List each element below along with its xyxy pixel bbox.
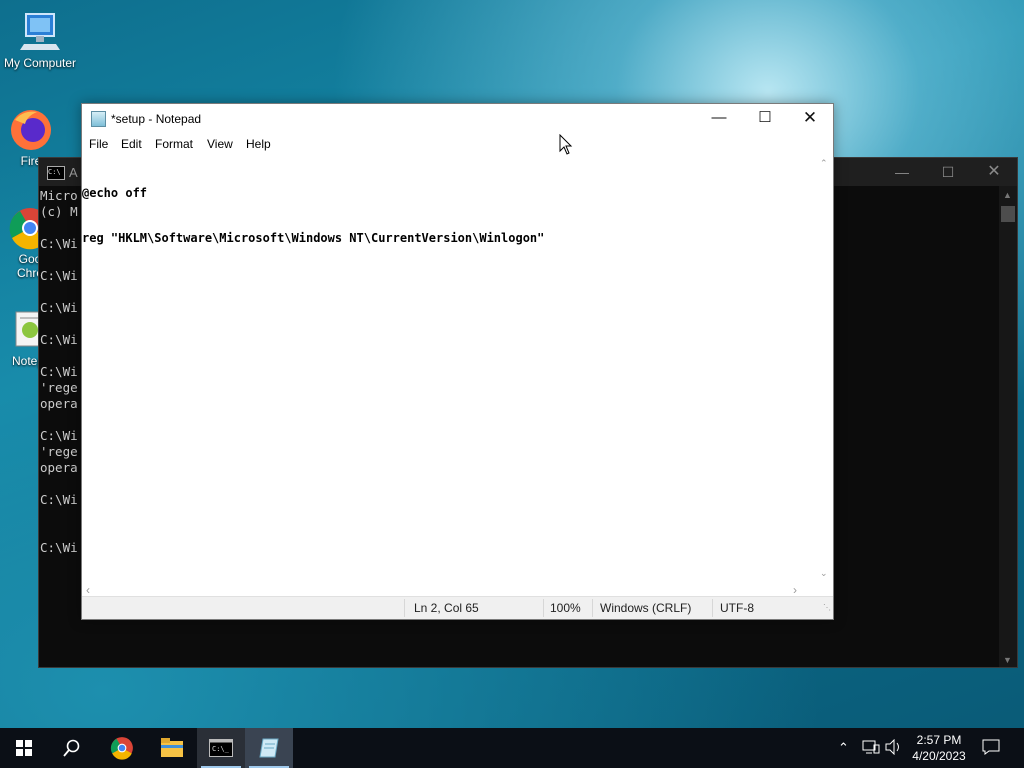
cmd-icon: C:\ — [47, 166, 65, 180]
firefox-icon — [9, 108, 53, 152]
notepad-window[interactable]: *setup - Notepad — ☐ ✕ File Edit Format … — [81, 103, 834, 620]
file-explorer-icon — [161, 738, 183, 757]
search-button[interactable] — [48, 728, 96, 768]
mouse-cursor-icon — [559, 133, 573, 161]
computer-icon — [18, 10, 62, 54]
editor-line: reg "HKLM\Software\Microsoft\Windows NT\… — [82, 231, 545, 245]
scroll-right-icon[interactable]: › — [793, 583, 797, 597]
taskbar: C:\_ ⌃ 2:57 PM 4/20/2023 — [0, 728, 1024, 768]
menu-help[interactable]: Help — [246, 137, 271, 151]
status-position: Ln 2, Col 65 — [414, 601, 479, 615]
menu-file[interactable]: File — [89, 137, 108, 151]
status-bar: Ln 2, Col 65 100% Windows (CRLF) UTF-8 ⋱ — [82, 596, 833, 619]
desktop-icon-label: My Computer — [3, 56, 77, 70]
maximize-button[interactable]: ☐ — [742, 104, 788, 132]
taskbar-notepad[interactable] — [245, 728, 293, 768]
cmd-title: A — [69, 165, 78, 180]
menu-view[interactable]: View — [207, 137, 233, 151]
clock[interactable]: 2:57 PM 4/20/2023 — [908, 732, 970, 764]
minimize-button[interactable]: — — [879, 158, 925, 186]
horizontal-scrollbar[interactable]: ‹ › — [82, 581, 817, 597]
menu-format[interactable]: Format — [155, 137, 193, 151]
menu-bar: File Edit Format View Help — [82, 132, 833, 156]
notification-icon[interactable] — [982, 738, 1000, 759]
taskbar-chrome[interactable] — [98, 728, 146, 768]
scroll-down-icon[interactable]: ⌄ — [820, 568, 828, 579]
notepad-titlebar[interactable]: *setup - Notepad — ☐ ✕ — [82, 104, 833, 132]
notepad-title: *setup - Notepad — [111, 112, 202, 126]
taskbar-cmd[interactable]: C:\_ — [197, 728, 245, 768]
start-icon — [16, 740, 32, 756]
network-icon[interactable] — [862, 739, 880, 758]
cmd-scroll-thumb[interactable] — [1001, 206, 1015, 222]
cmd-icon: C:\_ — [209, 739, 233, 757]
close-button[interactable]: ✕ — [971, 158, 1017, 186]
volume-icon[interactable] — [885, 738, 903, 758]
vertical-scrollbar[interactable]: ⌃ ⌄ — [817, 156, 833, 581]
maximize-button[interactable]: ☐ — [925, 158, 971, 186]
clock-time: 2:57 PM — [916, 733, 962, 747]
editor-line: @echo off — [82, 186, 148, 200]
search-icon — [63, 739, 80, 757]
text-editor[interactable]: @echo off reg "HKLM\Software\Microsoft\W… — [82, 156, 817, 581]
svg-text:C:\_: C:\_ — [212, 745, 230, 753]
menu-edit[interactable]: Edit — [121, 137, 142, 151]
scroll-down-icon[interactable]: ▼ — [1003, 655, 1012, 665]
minimize-button[interactable]: — — [696, 104, 742, 132]
chrome-icon — [110, 737, 133, 760]
chevron-up-icon[interactable]: ⌃ — [838, 740, 849, 756]
desktop-icon-my-computer[interactable]: My Computer — [0, 10, 80, 70]
resize-grip-icon[interactable]: ⋱ — [823, 603, 831, 612]
clock-date: 4/20/2023 — [912, 749, 966, 763]
cmd-scrollbar[interactable]: ▲ ▼ — [999, 186, 1017, 667]
start-button[interactable] — [0, 728, 48, 768]
status-zoom: 100% — [550, 601, 581, 615]
taskbar-file-explorer[interactable] — [148, 728, 196, 768]
status-line-ending: Windows (CRLF) — [600, 601, 692, 615]
notepad-icon — [259, 738, 279, 758]
scroll-left-icon[interactable]: ‹ — [86, 583, 90, 597]
status-encoding: UTF-8 — [720, 601, 754, 615]
scroll-up-icon[interactable]: ▲ — [1003, 190, 1012, 200]
close-button[interactable]: ✕ — [787, 104, 833, 132]
notepad-icon — [91, 111, 106, 127]
scroll-up-icon[interactable]: ⌃ — [820, 158, 828, 169]
